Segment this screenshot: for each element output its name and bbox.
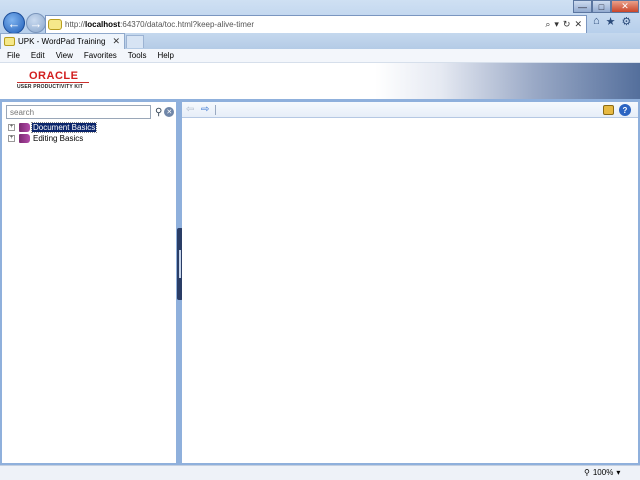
- find-icon[interactable]: [603, 105, 614, 115]
- url-rest: :64370/data/toc.html?keep-alive-timer: [120, 20, 254, 29]
- browser-titlebar: ← → http://localhost:64370/data/toc.html…: [0, 0, 640, 34]
- forward-arrow-icon[interactable]: ⇨: [201, 104, 209, 115]
- chevron-down-icon[interactable]: ▾: [554, 19, 559, 30]
- help-icon[interactable]: ?: [619, 104, 631, 116]
- outline-panel: ⚲ ✕ + Document Basics + Editing Basics: [0, 102, 178, 465]
- address-bar[interactable]: http://localhost:64370/data/toc.html?kee…: [45, 15, 587, 34]
- new-tab-button[interactable]: [126, 35, 144, 48]
- menu-view[interactable]: View: [56, 51, 73, 60]
- tree-item-document-basics[interactable]: + Document Basics: [8, 122, 98, 133]
- expand-icon[interactable]: +: [8, 124, 15, 131]
- browser-tools: ⌂ ★ ⚙: [593, 15, 631, 28]
- minimize-button[interactable]: —: [573, 0, 592, 13]
- tab-close-icon[interactable]: ✕: [112, 36, 124, 47]
- status-bar: ⚲ 100% ▾: [0, 465, 640, 480]
- expand-icon[interactable]: +: [8, 135, 15, 142]
- refresh-icon[interactable]: ↻: [563, 19, 571, 30]
- home-icon[interactable]: ⌂: [593, 15, 600, 28]
- forward-arrow-icon[interactable]: →: [26, 13, 46, 33]
- logo-divider: [17, 82, 89, 83]
- oracle-logo: ORACLE: [29, 70, 79, 82]
- zoom-level: 100%: [592, 468, 614, 477]
- brand-header: ORACLE USER PRODUCTIVITY KIT: [0, 63, 640, 99]
- tree-item-editing-basics[interactable]: + Editing Basics: [8, 133, 96, 144]
- header-gradient: [375, 63, 640, 99]
- tab-upk-wordpad[interactable]: UPK - WordPad Training ✕: [0, 33, 125, 49]
- zoom-icon: ⚲: [584, 468, 590, 477]
- favorites-star-icon[interactable]: ★: [606, 15, 616, 28]
- back-arrow-icon[interactable]: ⇦: [186, 104, 194, 115]
- menu-file[interactable]: File: [7, 51, 20, 60]
- content-panel: ⇦ ⇨ ?: [182, 102, 640, 465]
- close-window-button[interactable]: ✕: [611, 0, 639, 13]
- menu-tools[interactable]: Tools: [128, 51, 147, 60]
- address-tools: ⌕ ▾ ↻ ✕: [545, 19, 586, 30]
- book-icon: [19, 123, 30, 132]
- zoom-control[interactable]: ⚲ 100% ▾: [584, 468, 620, 477]
- back-arrow-icon[interactable]: ←: [3, 12, 25, 34]
- menu-help[interactable]: Help: [157, 51, 173, 60]
- tab-strip: UPK - WordPad Training ✕: [0, 33, 640, 49]
- book-icon: [19, 134, 30, 143]
- tab-favicon-icon: [4, 37, 15, 46]
- menu-favorites[interactable]: Favorites: [84, 51, 117, 60]
- url-prefix: http://: [65, 20, 86, 29]
- menu-bar: File Edit View Favorites Tools Help: [0, 49, 640, 63]
- chevron-down-icon[interactable]: ▾: [616, 468, 620, 477]
- outline-tree: + Document Basics + Editing Basics: [8, 122, 98, 144]
- tab-title: UPK - WordPad Training: [18, 37, 106, 46]
- search-row: ⚲ ✕: [6, 105, 176, 119]
- tools-gear-icon[interactable]: ⚙: [622, 15, 632, 28]
- menu-edit[interactable]: Edit: [31, 51, 45, 60]
- search-icon[interactable]: ⌕: [545, 19, 550, 30]
- toolbar-separator: [215, 105, 216, 115]
- search-icon[interactable]: ⚲: [155, 107, 162, 118]
- upk-subtitle: USER PRODUCTIVITY KIT: [17, 84, 84, 90]
- site-favicon-icon: [48, 19, 62, 30]
- tree-item-label[interactable]: Editing Basics: [32, 134, 84, 143]
- content-toolbar: ⇦ ⇨ ?: [182, 102, 638, 118]
- clear-search-icon[interactable]: ✕: [164, 107, 175, 117]
- tree-item-label[interactable]: Document Basics: [30, 122, 98, 133]
- stop-icon[interactable]: ✕: [574, 19, 582, 30]
- url-host: localhost: [85, 20, 121, 29]
- url-text[interactable]: http://localhost:64370/data/toc.html?kee…: [65, 20, 545, 29]
- maximize-button[interactable]: □: [592, 0, 611, 13]
- splitter-grip: [179, 250, 181, 278]
- search-input[interactable]: [6, 105, 151, 119]
